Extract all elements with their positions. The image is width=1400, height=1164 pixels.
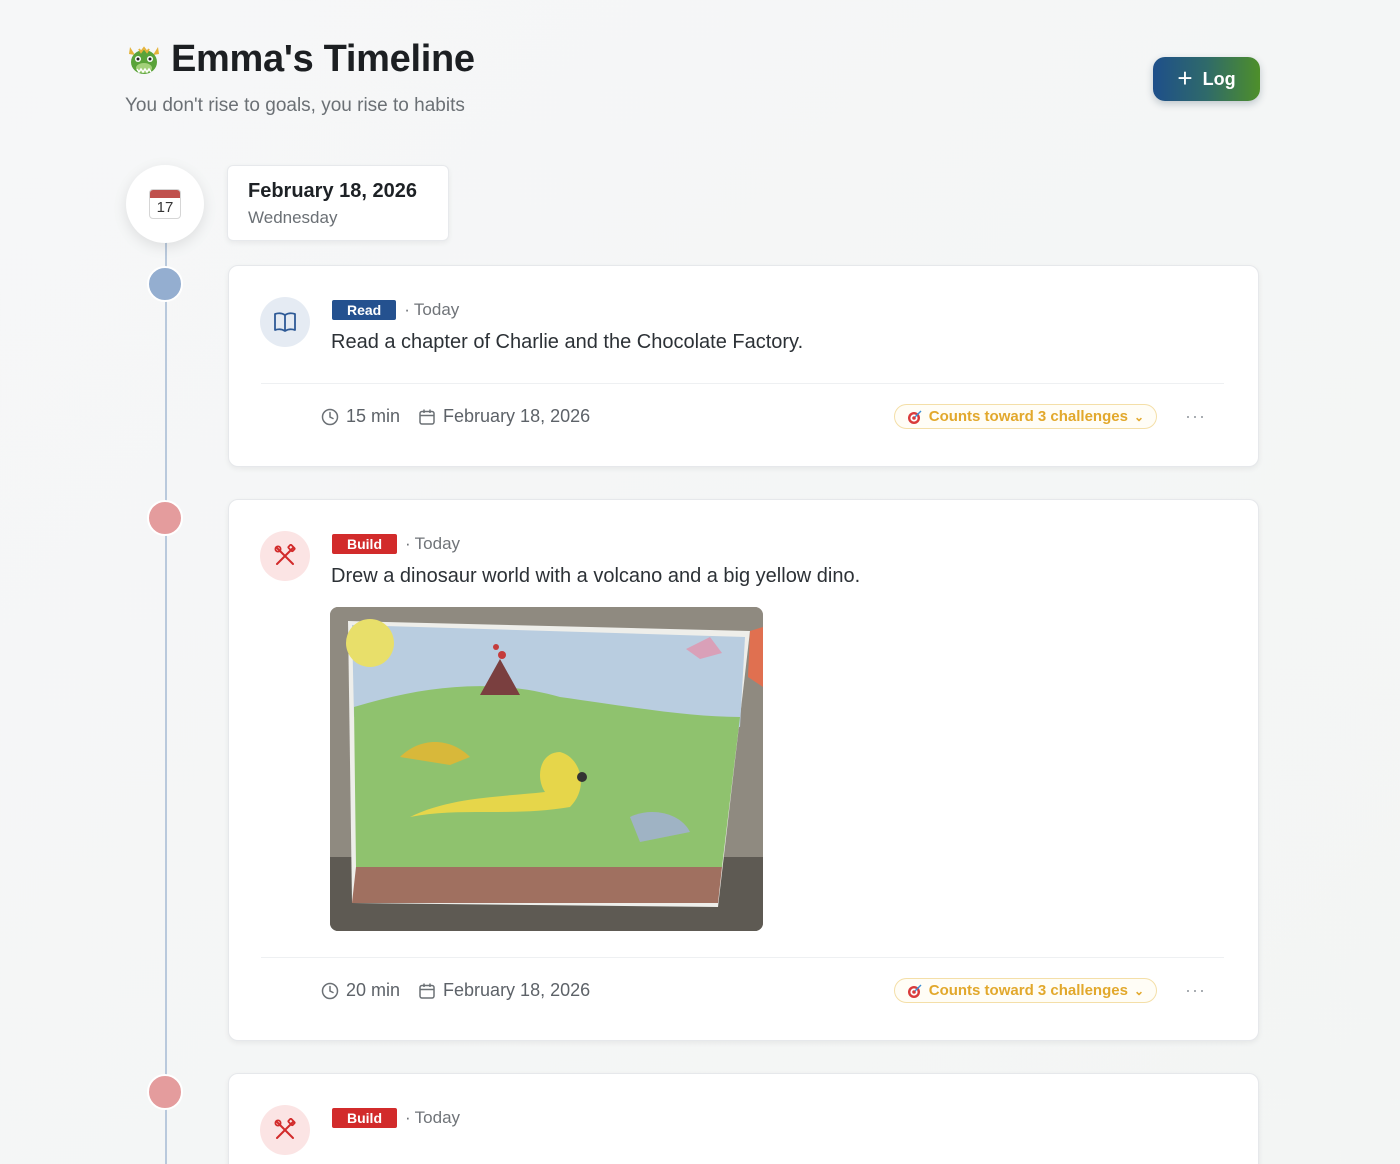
entry-description: Drew a dinosaur world with a volcano and…	[331, 565, 861, 587]
entry-card[interactable]: Build · Today Drew a dinosaur world with …	[228, 499, 1259, 1041]
plus-icon: +	[1177, 62, 1193, 93]
more-options-button[interactable]: ···	[1185, 406, 1206, 427]
tools-icon	[260, 531, 310, 581]
dragon-icon	[125, 41, 163, 79]
calendar-icon: 17	[149, 189, 181, 219]
log-button-label: Log	[1202, 68, 1236, 89]
entry-description: Read a chapter of Charlie and the Chocol…	[331, 331, 804, 353]
duration: 15 min	[321, 406, 400, 427]
dinosaur-drawing-photo[interactable]	[330, 607, 763, 931]
clock-icon	[321, 982, 339, 999]
page-header: Emma's Timeline You don't rise to goals,…	[125, 38, 475, 117]
calendar-small-icon	[419, 409, 435, 425]
more-options-button[interactable]: ···	[1185, 980, 1206, 1001]
target-icon	[907, 410, 922, 424]
entry-card[interactable]: Read · Today Read a chapter of Charlie an…	[228, 265, 1259, 467]
chevron-down-icon: ⌄	[1133, 983, 1145, 998]
entry-date: February 18, 2026	[418, 980, 590, 1001]
page-title: Emma's Timeline	[171, 38, 475, 80]
calendar-day: 17	[156, 199, 174, 216]
entry-card[interactable]: Build · Today	[228, 1073, 1259, 1164]
date-header-card: February 18, 2026 Wednesday	[227, 165, 449, 241]
entry-when: · Today	[405, 1108, 461, 1127]
page-subtitle: You don't rise to goals, you rise to hab…	[125, 95, 465, 116]
entry-when: · Today	[404, 300, 460, 319]
divider	[261, 957, 1224, 958]
target-icon	[907, 984, 922, 998]
entry-date: February 18, 2026	[418, 406, 590, 427]
book-icon	[260, 297, 310, 347]
divider	[261, 383, 1224, 384]
timeline-dot-build	[147, 1074, 183, 1110]
calendar-small-icon	[419, 983, 435, 999]
timeline-line	[165, 240, 167, 1164]
entry-when: · Today	[405, 534, 461, 553]
duration: 20 min	[321, 980, 400, 1001]
weekday-label: Wednesday	[248, 208, 338, 227]
category-badge: Build	[332, 1108, 397, 1128]
category-badge: Read	[332, 300, 397, 320]
challenges-dropdown[interactable]: Counts toward 3 challenges ⌄	[893, 404, 1158, 429]
tools-icon	[260, 1105, 310, 1155]
date-marker: 17	[126, 165, 204, 243]
date-label: February 18, 2026	[248, 180, 417, 202]
category-badge: Build	[332, 534, 397, 554]
timeline-dot-build	[147, 500, 183, 536]
clock-icon	[321, 408, 339, 425]
challenges-dropdown[interactable]: Counts toward 3 challenges ⌄	[893, 978, 1158, 1003]
timeline-dot-read	[147, 266, 183, 302]
chevron-down-icon: ⌄	[1133, 409, 1145, 424]
log-button[interactable]: + Log	[1153, 57, 1260, 101]
